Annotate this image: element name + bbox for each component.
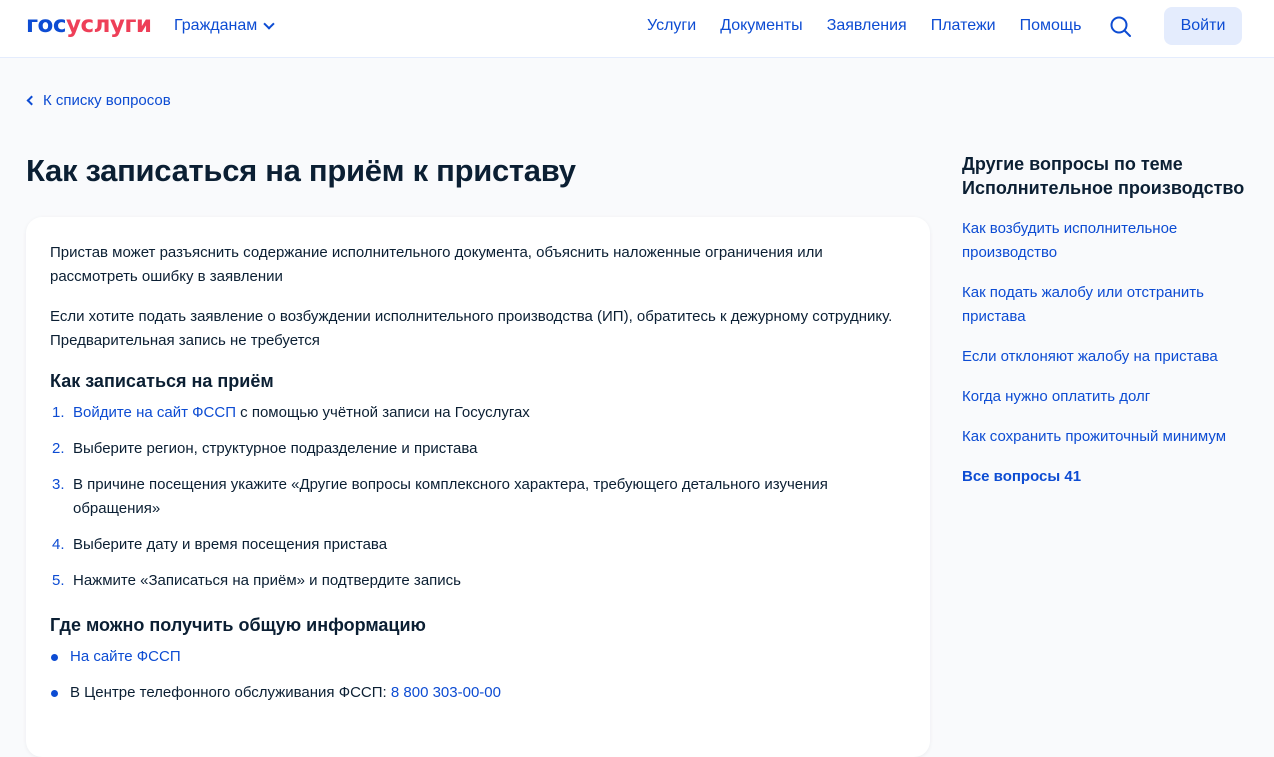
article-card: Пристав может разъяснить содержание испо… (26, 217, 930, 757)
back-to-questions-link[interactable]: К списку вопросов (26, 92, 171, 109)
list-item: 1. Войдите на сайт ФССП с помощью учётно… (52, 404, 530, 421)
related-link-pay-debt[interactable]: Когда нужно оплатить долг (962, 385, 1242, 409)
list-item: 3. В причине посещения укажите «Другие в… (52, 476, 828, 517)
phone-link[interactable]: 8 800 303-00-00 (391, 684, 501, 701)
list-item: В Центре телефонного обслуживания ФССП: … (50, 681, 906, 705)
back-label: К списку вопросов (43, 92, 171, 109)
related-questions-title: Другие вопросы по теме Исполнительное пр… (962, 154, 1245, 198)
fssp-site-link[interactable]: Войдите на сайт ФССП (73, 404, 236, 421)
main-nav: Услуги Документы Заявления Платежи Помощ… (647, 17, 1105, 35)
list-item: 5. Нажмите «Записаться на приём» и подтв… (52, 572, 461, 589)
intro-paragraph-2: Если хотите подать заявление о возбужден… (50, 308, 893, 349)
info-sources-list: На сайте ФССП В Центре телефонного обслу… (50, 645, 906, 705)
related-link-rejected-complaint[interactable]: Если отклоняют жалобу на пристава (962, 345, 1242, 369)
audience-label: Гражданам (174, 17, 258, 34)
all-questions-link[interactable]: Все вопросы 41 (962, 465, 1242, 489)
related-link-subsistence-minimum[interactable]: Как сохранить прожиточный минимум (962, 425, 1242, 449)
nav-applications[interactable]: Заявления (827, 17, 907, 35)
nav-payments[interactable]: Платежи (931, 17, 996, 35)
list-item: На сайте ФССП (50, 645, 906, 669)
related-link-initiate-proceedings[interactable]: Как возбудить исполнительное производств… (962, 217, 1242, 265)
site-header: госуслуги Гражданам Услуги Документы Зая… (0, 0, 1274, 58)
bullet-icon (51, 654, 58, 661)
related-questions: Другие вопросы по теме Исполнительное пр… (962, 152, 1252, 505)
page-title: Как записаться на приём к приставу (26, 153, 576, 188)
nav-documents[interactable]: Документы (720, 17, 802, 35)
chevron-left-icon (26, 95, 37, 106)
fssp-website-link[interactable]: На сайте ФССП (70, 648, 181, 665)
gosuslugi-logo[interactable]: госуслуги (26, 12, 152, 38)
list-item: 2. Выберите регион, структурное подразде… (52, 440, 478, 457)
nav-services[interactable]: Услуги (647, 17, 696, 35)
login-button[interactable]: Войти (1164, 7, 1242, 45)
related-link-complaint[interactable]: Как подать жалобу или отстранить пристав… (962, 281, 1242, 329)
list-item: 4. Выберите дату и время посещения прист… (52, 536, 388, 553)
chevron-down-icon (263, 17, 275, 30)
bullet-icon (51, 690, 58, 697)
booking-steps-list: 1. Войдите на сайт ФССП с помощью учётно… (50, 401, 906, 593)
section-heading-how-to-book: Как записаться на приём (50, 371, 274, 391)
intro-paragraph-1: Пристав может разъяснить содержание испо… (50, 244, 823, 285)
section-heading-general-info: Где можно получить общую информацию (50, 615, 426, 635)
audience-selector[interactable]: Гражданам (174, 17, 275, 35)
search-icon[interactable] (1108, 14, 1134, 40)
nav-help[interactable]: Помощь (1020, 17, 1082, 35)
